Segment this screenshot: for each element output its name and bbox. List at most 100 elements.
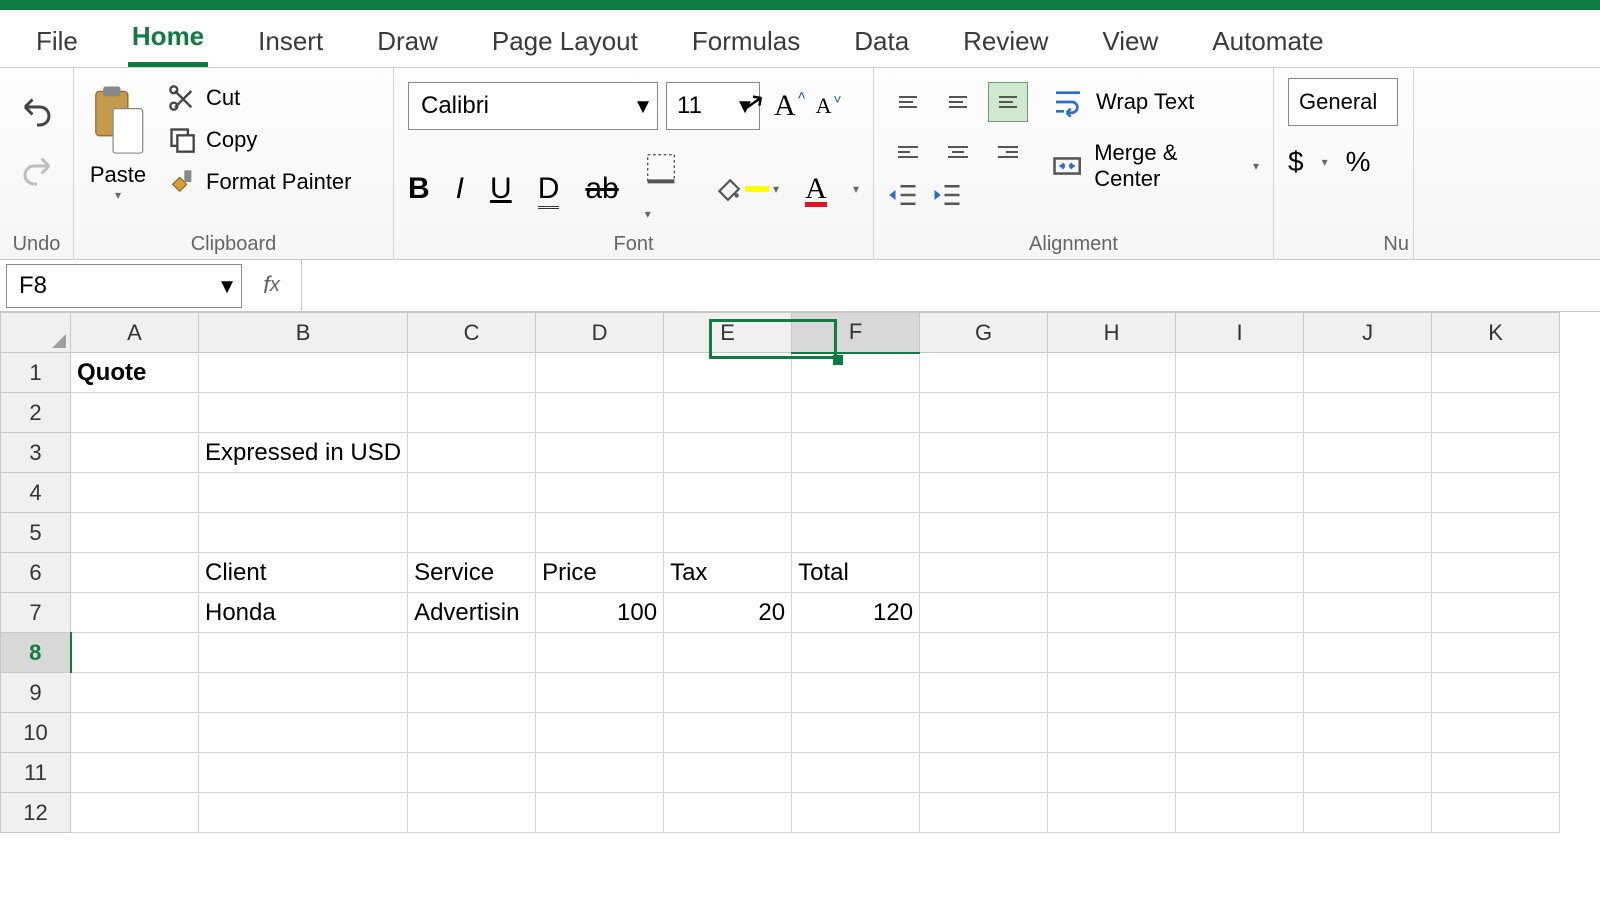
- cell-F11[interactable]: [792, 753, 920, 793]
- tab-data[interactable]: Data: [850, 16, 913, 67]
- cell-A12[interactable]: [71, 793, 199, 833]
- cell-K4[interactable]: [1432, 473, 1560, 513]
- format-painter-button[interactable]: Format Painter: [168, 168, 352, 196]
- merge-center-button[interactable]: Merge & Center ▾: [1052, 140, 1259, 192]
- cell-F1[interactable]: [792, 353, 920, 393]
- cell-J1[interactable]: [1304, 353, 1432, 393]
- cell-I8[interactable]: [1176, 633, 1304, 673]
- cell-A5[interactable]: [71, 513, 199, 553]
- tab-review[interactable]: Review: [959, 16, 1052, 67]
- cell-J6[interactable]: [1304, 553, 1432, 593]
- tab-home[interactable]: Home: [128, 11, 208, 67]
- cell-D4[interactable]: [536, 473, 664, 513]
- cell-F9[interactable]: [792, 673, 920, 713]
- cell-J4[interactable]: [1304, 473, 1432, 513]
- bold-button[interactable]: B: [408, 172, 430, 206]
- col-header-A[interactable]: A: [71, 313, 199, 353]
- cell-B3[interactable]: Expressed in USD: [199, 433, 408, 473]
- col-header-E[interactable]: E: [664, 313, 792, 353]
- align-right-button[interactable]: [988, 132, 1028, 172]
- row-header-10[interactable]: 10: [1, 713, 71, 753]
- cell-D8[interactable]: [536, 633, 664, 673]
- cell-B4[interactable]: [199, 473, 408, 513]
- cell-A6[interactable]: [71, 553, 199, 593]
- cell-K1[interactable]: [1432, 353, 1560, 393]
- cell-I10[interactable]: [1176, 713, 1304, 753]
- font-color-dropdown[interactable]: ▾: [853, 182, 859, 196]
- font-size-select[interactable]: 11 ▾: [666, 82, 760, 130]
- cell-F8[interactable]: [792, 633, 920, 673]
- row-header-11[interactable]: 11: [1, 753, 71, 793]
- row-header-5[interactable]: 5: [1, 513, 71, 553]
- paste-button[interactable]: Paste ▾: [88, 76, 148, 202]
- cell-C7[interactable]: Advertisin: [408, 593, 536, 633]
- cell-C8[interactable]: [408, 633, 536, 673]
- cell-J9[interactable]: [1304, 673, 1432, 713]
- cell-K8[interactable]: [1432, 633, 1560, 673]
- formula-input[interactable]: [302, 260, 1600, 311]
- font-color-button[interactable]: A: [805, 172, 827, 207]
- cell-I5[interactable]: [1176, 513, 1304, 553]
- cell-B6[interactable]: Client: [199, 553, 408, 593]
- select-all-corner[interactable]: [1, 313, 71, 353]
- cell-E1[interactable]: [664, 353, 792, 393]
- borders-button[interactable]: ▾: [645, 152, 689, 226]
- cell-D6[interactable]: Price: [536, 553, 664, 593]
- cell-F4[interactable]: [792, 473, 920, 513]
- cell-C4[interactable]: [408, 473, 536, 513]
- cell-B8[interactable]: [199, 633, 408, 673]
- cell-K7[interactable]: [1432, 593, 1560, 633]
- cell-E6[interactable]: Tax: [664, 553, 792, 593]
- tab-page-layout[interactable]: Page Layout: [488, 16, 642, 67]
- double-underline-button[interactable]: D: [538, 172, 560, 206]
- cell-C3[interactable]: [408, 433, 536, 473]
- row-header-2[interactable]: 2: [1, 393, 71, 433]
- cell-E4[interactable]: [664, 473, 792, 513]
- name-box[interactable]: F8 ▾: [6, 264, 242, 308]
- cell-C9[interactable]: [408, 673, 536, 713]
- cell-D1[interactable]: [536, 353, 664, 393]
- cell-G6[interactable]: [920, 553, 1048, 593]
- cell-K11[interactable]: [1432, 753, 1560, 793]
- cell-G9[interactable]: [920, 673, 1048, 713]
- cell-H2[interactable]: [1048, 393, 1176, 433]
- row-header-6[interactable]: 6: [1, 553, 71, 593]
- cell-H12[interactable]: [1048, 793, 1176, 833]
- italic-button[interactable]: I: [456, 172, 464, 206]
- tab-file[interactable]: File: [32, 16, 82, 67]
- cell-K10[interactable]: [1432, 713, 1560, 753]
- cell-K3[interactable]: [1432, 433, 1560, 473]
- tab-view[interactable]: View: [1098, 16, 1162, 67]
- cell-G2[interactable]: [920, 393, 1048, 433]
- cell-G5[interactable]: [920, 513, 1048, 553]
- cell-D10[interactable]: [536, 713, 664, 753]
- strikethrough-button[interactable]: ab: [585, 172, 618, 206]
- cut-button[interactable]: Cut: [168, 84, 352, 112]
- col-header-G[interactable]: G: [920, 313, 1048, 353]
- cell-E5[interactable]: [664, 513, 792, 553]
- cell-C6[interactable]: Service: [408, 553, 536, 593]
- row-header-1[interactable]: 1: [1, 353, 71, 393]
- align-middle-button[interactable]: [938, 82, 978, 122]
- cell-F6[interactable]: Total: [792, 553, 920, 593]
- cell-G4[interactable]: [920, 473, 1048, 513]
- cell-G1[interactable]: [920, 353, 1048, 393]
- redo-button[interactable]: [19, 151, 55, 192]
- cell-D7[interactable]: 100: [536, 593, 664, 633]
- cell-G7[interactable]: [920, 593, 1048, 633]
- tab-automate[interactable]: Automate: [1208, 16, 1327, 67]
- cell-D5[interactable]: [536, 513, 664, 553]
- percent-button[interactable]: %: [1346, 146, 1371, 178]
- cell-F7[interactable]: 120: [792, 593, 920, 633]
- fx-button[interactable]: fx: [242, 260, 302, 311]
- cell-A1[interactable]: Quote: [71, 353, 199, 393]
- cell-B1[interactable]: [199, 353, 408, 393]
- tab-insert[interactable]: Insert: [254, 16, 327, 67]
- col-header-F[interactable]: F: [792, 313, 920, 353]
- decrease-indent-button[interactable]: [888, 182, 918, 213]
- col-header-C[interactable]: C: [408, 313, 536, 353]
- cell-B11[interactable]: [199, 753, 408, 793]
- row-header-4[interactable]: 4: [1, 473, 71, 513]
- cell-E12[interactable]: [664, 793, 792, 833]
- cell-B5[interactable]: [199, 513, 408, 553]
